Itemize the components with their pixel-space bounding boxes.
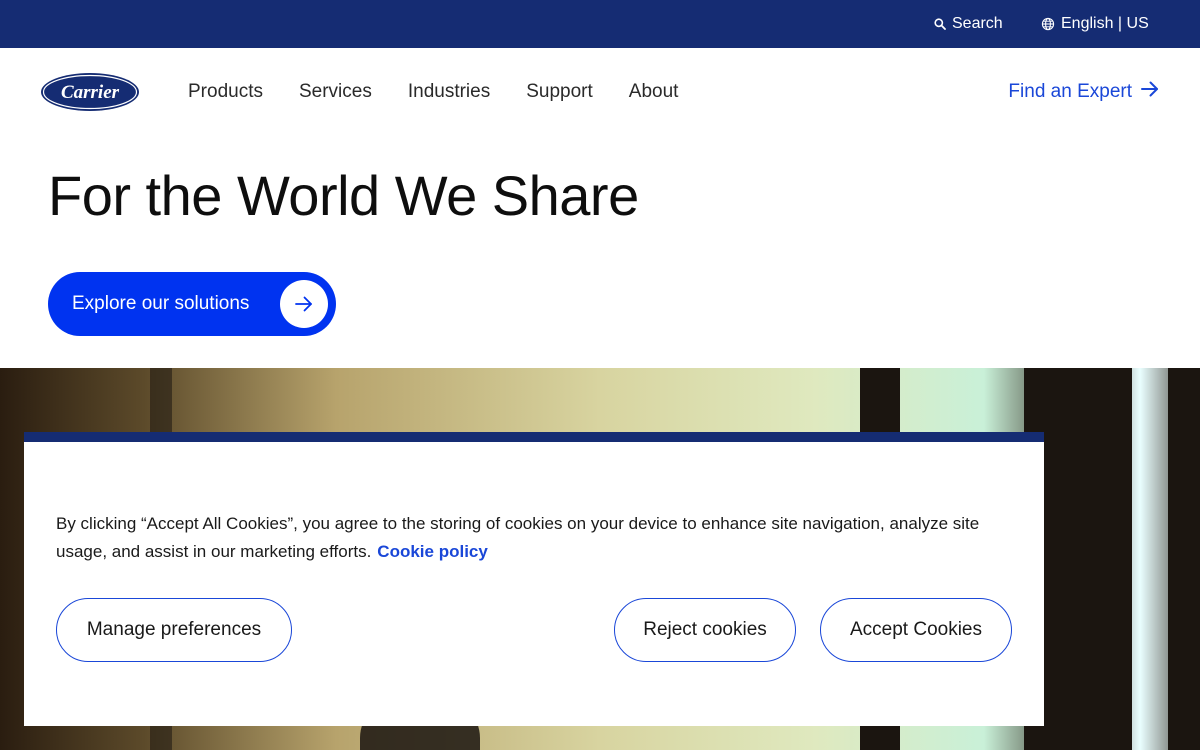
nav-item-products[interactable]: Products xyxy=(188,81,263,103)
cookie-message-text: By clicking “Accept All Cookies”, you ag… xyxy=(56,514,980,561)
cookie-banner: By clicking “Accept All Cookies”, you ag… xyxy=(24,432,1044,726)
find-expert-label: Find an Expert xyxy=(1008,81,1132,102)
nav-item-services[interactable]: Services xyxy=(299,81,372,103)
carrier-logo[interactable]: Carrier xyxy=(40,72,140,112)
language-selector[interactable]: English | US xyxy=(1041,0,1149,48)
cookie-policy-link[interactable]: Cookie policy xyxy=(377,542,488,561)
explore-solutions-label: Explore our solutions xyxy=(72,293,250,314)
arrow-right-icon xyxy=(280,280,328,328)
language-label: English | US xyxy=(1061,15,1149,32)
arrow-right-icon xyxy=(1140,79,1160,105)
hero-title: For the World We Share xyxy=(48,164,639,227)
explore-solutions-button[interactable]: Explore our solutions xyxy=(48,272,336,336)
reject-cookies-button[interactable]: Reject cookies xyxy=(614,598,796,662)
manage-preferences-button[interactable]: Manage preferences xyxy=(56,598,292,662)
globe-icon xyxy=(1041,17,1055,31)
find-expert-link[interactable]: Find an Expert xyxy=(1008,48,1160,136)
logo-text: Carrier xyxy=(61,82,120,103)
nav-item-support[interactable]: Support xyxy=(526,81,593,103)
search-label: Search xyxy=(952,15,1003,32)
accept-cookies-button[interactable]: Accept Cookies xyxy=(820,598,1012,662)
utility-bar: Search English | US xyxy=(0,0,1200,48)
search-icon xyxy=(934,18,946,30)
search-link[interactable]: Search xyxy=(934,0,1003,48)
nav-menu: Products Services Industries Support Abo… xyxy=(188,48,678,136)
cookie-message: By clicking “Accept All Cookies”, you ag… xyxy=(56,510,986,566)
main-nav: Carrier Products Services Industries Sup… xyxy=(0,48,1200,136)
nav-item-industries[interactable]: Industries xyxy=(408,81,490,103)
nav-item-about[interactable]: About xyxy=(629,81,679,103)
